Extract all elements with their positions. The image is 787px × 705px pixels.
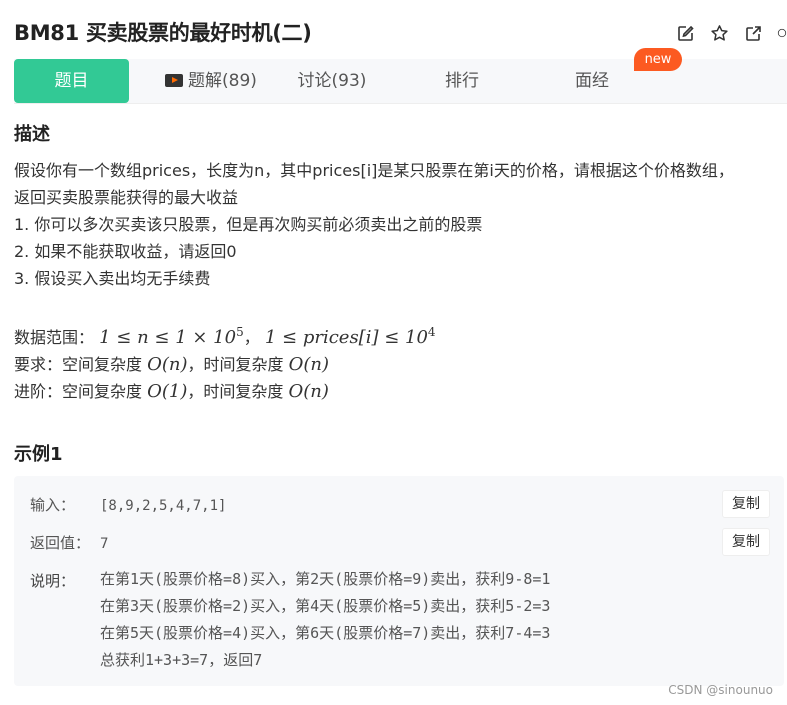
advanced-space-complexity: O(1) xyxy=(147,381,188,402)
tab-discussion[interactable]: 讨论(93) xyxy=(287,59,377,103)
input-label: 输入： xyxy=(30,496,76,514)
tab-solutions-label: 题解(89) xyxy=(188,71,257,91)
description-line: 假设你有一个数组prices，长度为n，其中prices[i]是某只股票在第i天… xyxy=(14,161,734,180)
new-badge: new xyxy=(634,48,682,71)
description-line: 3. 假设买入卖出均无手续费 xyxy=(14,269,211,288)
range-separator: ， xyxy=(243,328,260,347)
tab-ranking[interactable]: 排行 xyxy=(434,59,490,103)
explain-label: 说明： xyxy=(30,572,76,590)
page-title: BM81 买卖股票的最好时机(二) xyxy=(14,21,312,45)
explain-line: 在第1天(股票价格=8)买入，第2天(股票价格=9)卖出，获利9-8=1 xyxy=(100,570,551,588)
example-output: 返回值： 7 xyxy=(30,532,108,553)
explain-line: 总获利1+3+3=7，返回7 xyxy=(100,651,263,669)
range-formula-2: 1 ≤ prices[i] ≤ 104 xyxy=(264,325,436,348)
description-line: 返回买卖股票能获得的最大收益 xyxy=(14,188,239,207)
advanced-time-complexity: O(n) xyxy=(288,381,329,402)
time-complexity: O(n) xyxy=(288,354,330,375)
range-label: 数据范围： xyxy=(14,328,95,347)
input-value: [8,9,2,5,4,7,1] xyxy=(100,498,227,514)
copy-input-button[interactable]: 复制 xyxy=(722,490,770,518)
star-icon[interactable] xyxy=(709,23,729,43)
explain-line: 在第3天(股票价格=2)买入，第4天(股票价格=5)卖出，获利5-2=3 xyxy=(100,597,551,615)
space-complexity: O(n) xyxy=(147,354,188,375)
tab-solutions[interactable]: 题解(89) xyxy=(156,59,266,103)
explain-line: 在第5天(股票价格=4)买入，第6天(股票价格=7)卖出，获利7-4=3 xyxy=(100,624,551,642)
example-heading: 示例1 xyxy=(14,444,63,465)
title-bar: BM81 买卖股票的最好时机(二) xyxy=(14,18,787,48)
example-panel: 输入： [8,9,2,5,4,7,1] 复制 返回值： 7 复制 说明： 在第1天(… xyxy=(14,476,784,686)
video-icon xyxy=(165,74,184,87)
share-icon[interactable] xyxy=(743,23,763,43)
output-value: 7 xyxy=(100,536,109,552)
watermark: CSDN @sinounuo xyxy=(668,683,773,697)
example-input: 输入： [8,9,2,5,4,7,1] xyxy=(30,494,226,515)
title-actions xyxy=(675,23,787,43)
description-heading: 描述 xyxy=(14,124,50,145)
advanced-requirement: 进阶：空间复杂度 O(1)，时间复杂度 O(n) xyxy=(14,381,329,402)
explanation: 在第1天(股票价格=8)买入，第2天(股票价格=9)卖出，获利9-8=1 在第3… xyxy=(100,566,550,674)
requirement: 要求：空间复杂度 O(n)，时间复杂度 O(n) xyxy=(14,354,330,375)
edit-icon[interactable] xyxy=(675,23,695,43)
range-formula-1: 1 ≤ n ≤ 1 × 105 xyxy=(99,325,244,348)
output-label: 返回值： xyxy=(30,534,91,552)
copy-output-button[interactable]: 复制 xyxy=(722,528,770,556)
description-body: 假设你有一个数组prices，长度为n，其中prices[i]是某只股票在第i天… xyxy=(14,157,784,405)
more-icon[interactable] xyxy=(777,23,787,43)
description-line: 2. 如果不能获取收益，请返回0 xyxy=(14,242,237,261)
data-range: 数据范围： 1 ≤ n ≤ 1 × 105， 1 ≤ prices[i] ≤ 1… xyxy=(14,319,784,351)
tab-problem[interactable]: 题目 xyxy=(14,59,129,103)
description-line: 1. 你可以多次买卖该只股票，但是再次购买前必须卖出之前的股票 xyxy=(14,215,483,234)
tab-interview[interactable]: 面经 xyxy=(564,59,620,103)
